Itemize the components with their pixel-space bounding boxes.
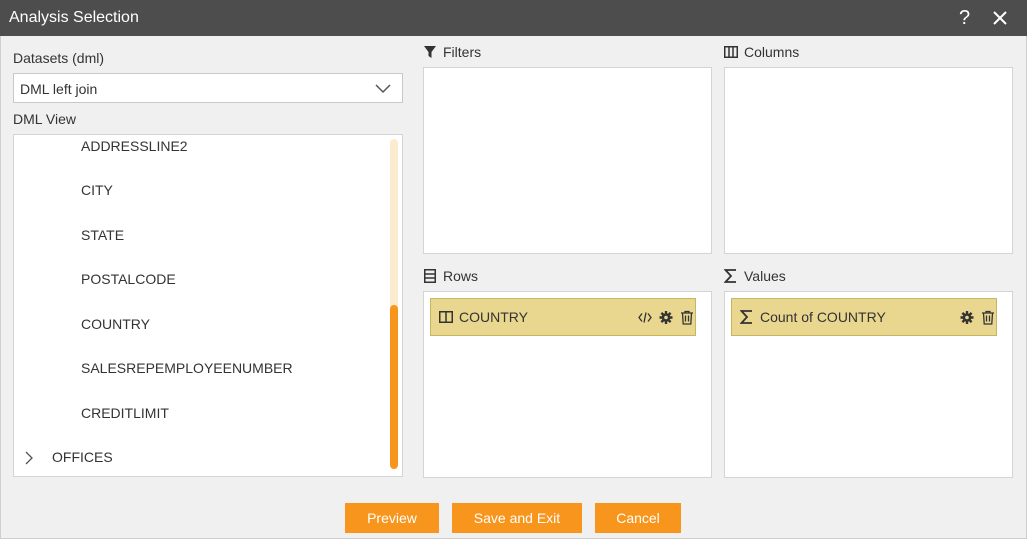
columns-header: Columns <box>724 44 799 60</box>
filters-label: Filters <box>443 44 482 60</box>
tree-item-city[interactable]: CITY <box>81 182 113 198</box>
values-chip-count-of-country[interactable]: Count of COUNTRY <box>731 298 997 336</box>
chevron-right-icon <box>25 451 33 465</box>
rows-label: Rows <box>443 268 479 284</box>
values-dropzone[interactable]: Count of COUNTRY <box>724 291 1013 478</box>
tree-item-addressline2[interactable]: ADDRESSLINE2 <box>81 138 188 154</box>
preview-button[interactable]: Preview <box>345 503 439 533</box>
chevron-down-icon <box>375 84 391 94</box>
values-header: Values <box>724 268 786 284</box>
columns-dropzone[interactable] <box>724 67 1013 254</box>
gear-icon[interactable] <box>960 310 974 325</box>
tree-item-country[interactable]: COUNTRY <box>81 316 150 332</box>
sigma-icon <box>740 310 752 324</box>
rows-icon <box>424 269 436 283</box>
tree-item-postalcode[interactable]: POSTALCODE <box>81 271 176 287</box>
filter-icon <box>424 46 436 58</box>
save-and-exit-button[interactable]: Save and Exit <box>452 503 582 533</box>
dataset-select-value: DML left join <box>20 81 98 97</box>
rows-header: Rows <box>423 268 478 284</box>
help-icon[interactable]: ? <box>959 6 970 30</box>
columns-label: Columns <box>744 44 800 60</box>
columns-icon <box>724 46 738 58</box>
filters-header: Filters <box>423 44 481 60</box>
rows-chip-country[interactable]: COUNTRY <box>430 298 696 336</box>
sigma-icon <box>724 269 736 283</box>
dml-view-label: DML View <box>13 111 77 127</box>
tree-folder-label: OFFICES <box>52 449 113 465</box>
rows-dropzone[interactable]: COUNTRY <box>423 291 712 478</box>
dml-tree: ADDRESSLINE2 CITY STATE POSTALCODE COUNT… <box>13 134 403 477</box>
scrollbar-thumb[interactable] <box>390 305 398 469</box>
values-chip-label: Count of COUNTRY <box>760 309 886 325</box>
code-icon[interactable] <box>638 310 652 325</box>
values-label: Values <box>744 268 786 284</box>
trash-icon[interactable] <box>981 310 995 325</box>
datasets-label: Datasets (dml) <box>13 50 105 66</box>
gear-icon[interactable] <box>659 310 673 325</box>
tree-item-salesrepemployeenumber[interactable]: SALESREPEMPLOYEENUMBER <box>81 360 293 376</box>
tree-item-state[interactable]: STATE <box>81 227 124 243</box>
window-title: Analysis Selection <box>9 9 139 26</box>
cancel-button[interactable]: Cancel <box>595 503 681 533</box>
trash-icon[interactable] <box>680 310 694 325</box>
dataset-select[interactable]: DML left join <box>13 73 403 103</box>
tree-item-creditlimit[interactable]: CREDITLIMIT <box>81 405 169 421</box>
title-bar: Analysis Selection ? <box>0 0 1027 36</box>
close-icon[interactable] <box>991 9 1009 27</box>
filters-dropzone[interactable] <box>423 67 712 254</box>
rows-chip-label: COUNTRY <box>459 309 528 325</box>
columns-icon <box>439 311 453 323</box>
